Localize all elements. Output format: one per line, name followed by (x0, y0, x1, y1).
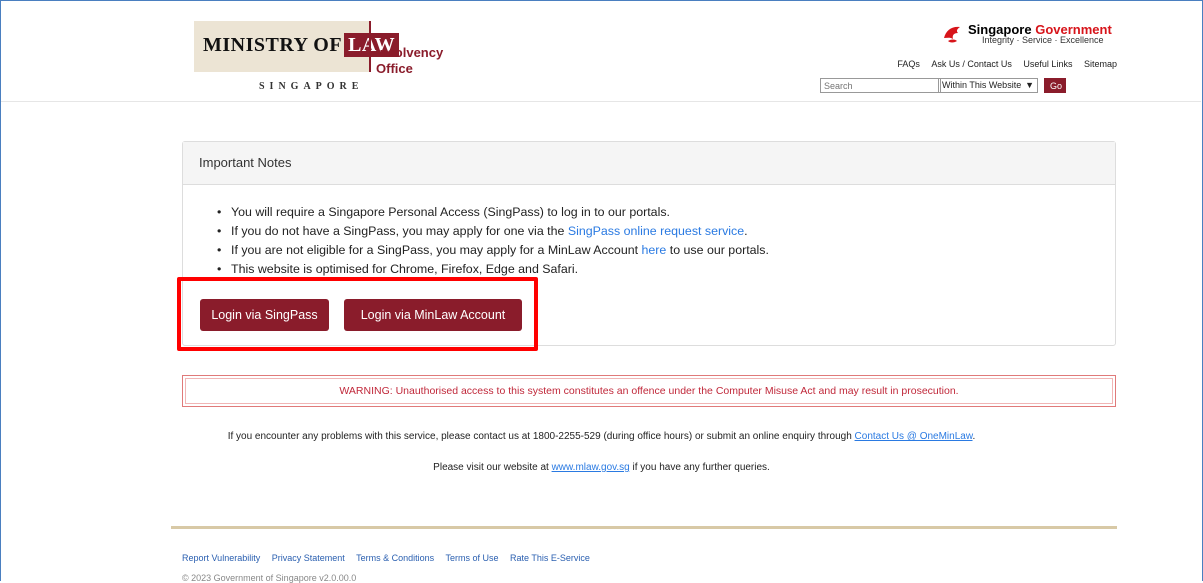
footer-link-terms-of-use[interactable]: Terms of Use (445, 553, 498, 563)
note-item: If you do not have a SingPass, you may a… (217, 222, 769, 241)
lion-head-icon (944, 26, 960, 43)
chevron-down-icon: ▼ (1025, 80, 1034, 90)
singpass-request-link[interactable]: SingPass online request service (568, 224, 744, 238)
notes-list: You will require a Singapore Personal Ac… (217, 203, 769, 279)
footer-link-terms-conditions[interactable]: Terms & Conditions (356, 553, 434, 563)
search-scope-select[interactable]: Within This Website ▼ (938, 78, 1038, 93)
top-link-useful-links[interactable]: Useful Links (1023, 59, 1072, 69)
note-item: You will require a Singapore Personal Ac… (217, 203, 769, 222)
minlaw-account-link[interactable]: here (642, 243, 667, 257)
singapore-government-banner[interactable]: Singapore Government Integrity · Service… (942, 22, 1122, 48)
search-scope-value: Within This Website (942, 80, 1022, 90)
panel-title: Important Notes (183, 142, 1115, 185)
warning-inner-border (185, 378, 1113, 404)
top-link-faqs[interactable]: FAQs (897, 59, 920, 69)
footer-link-privacy[interactable]: Privacy Statement (272, 553, 345, 563)
website-line: Please visit our website at www.mlaw.gov… (433, 462, 770, 473)
footer-link-report-vulnerability[interactable]: Report Vulnerability (182, 553, 260, 563)
top-links: FAQs Ask Us / Contact Us Useful Links Si… (888, 59, 1117, 69)
warning-banner: WARNING: Unauthorised access to this sys… (182, 375, 1116, 407)
highlight-box (177, 277, 538, 351)
top-link-contact[interactable]: Ask Us / Contact Us (931, 59, 1012, 69)
footer-link-rate-service[interactable]: Rate This E-Service (510, 553, 590, 563)
logo-unit-name: Insolvency Office (376, 45, 444, 76)
logo-country: SINGAPORE (259, 81, 364, 92)
contact-line: If you encounter any problems with this … (227, 431, 976, 442)
header-divider (1, 101, 1201, 102)
note-item: If you are not eligible for a SingPass, … (217, 241, 769, 260)
logo-divider (369, 21, 371, 72)
footer-links: Report Vulnerability Privacy Statement T… (182, 553, 599, 563)
mlaw-website-link[interactable]: www.mlaw.gov.sg (552, 462, 630, 473)
banner-tagline: Integrity · Service · Excellence (982, 35, 1104, 45)
search-input[interactable] (820, 78, 941, 93)
contact-us-link[interactable]: Contact Us @ OneMinLaw (855, 431, 973, 442)
top-link-sitemap[interactable]: Sitemap (1084, 59, 1117, 69)
search-go-button[interactable]: Go (1044, 78, 1066, 93)
footer-divider (171, 526, 1117, 529)
